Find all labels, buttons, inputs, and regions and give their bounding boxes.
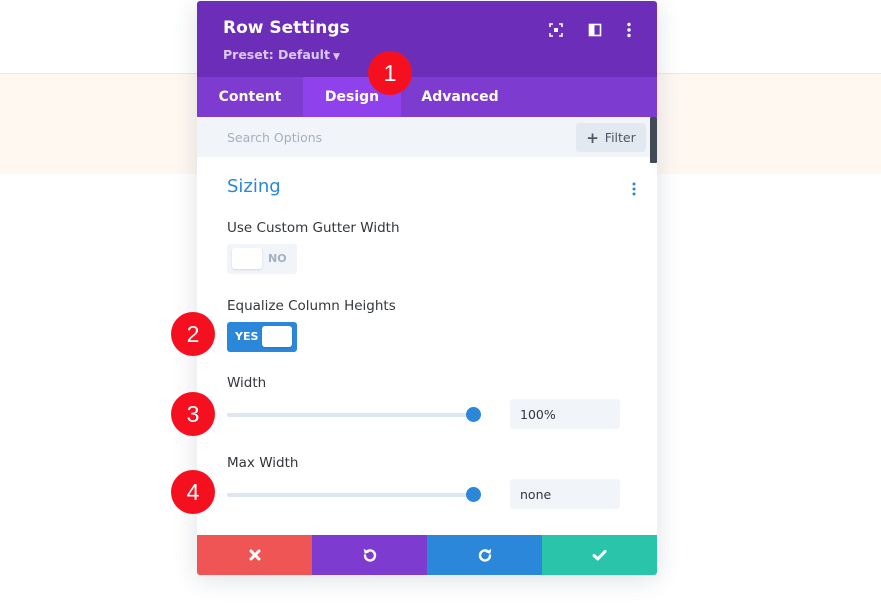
tab-advanced[interactable]: Advanced [401,77,519,117]
split-view-icon[interactable] [586,21,604,39]
toggle-knob [232,248,262,269]
filter-button[interactable]: + Filter [576,123,646,152]
plus-icon: + [586,128,599,147]
gutter-width-label: Use Custom Gutter Width [227,220,400,236]
fullscreen-icon[interactable] [547,21,565,39]
slider-thumb[interactable] [466,487,481,502]
preset-selector[interactable]: Preset: Default ▼ [223,47,340,62]
step-badge-3: 3 [171,392,215,436]
caret-down-icon: ▼ [332,52,340,62]
filter-label: Filter [604,130,636,145]
modal-title: Row Settings [223,18,350,38]
save-button[interactable] [542,535,657,575]
section-title[interactable]: Sizing [227,176,281,197]
settings-tabs: Content Design Advanced [197,77,657,117]
modal-header: Row Settings Preset: Default ▼ [197,1,657,77]
step-badge-2: 2 [171,312,215,356]
modal-footer [197,535,657,575]
kebab-menu-icon[interactable] [620,21,638,39]
section-kebab-icon[interactable] [629,181,639,197]
search-input[interactable] [215,123,535,151]
undo-icon [363,548,376,562]
redo-button[interactable] [427,535,542,575]
cancel-button[interactable] [197,535,312,575]
row-settings-modal: Row Settings Preset: Default ▼ Content D… [197,1,657,575]
max-width-value-input[interactable] [510,479,620,509]
slider-fill [227,493,473,497]
preset-label: Preset: Default [223,47,330,62]
max-width-label: Max Width [227,455,299,471]
checkmark-icon [592,550,607,561]
slider-thumb[interactable] [466,407,481,422]
search-bar: + Filter [197,117,657,157]
toggle-state-text: NO [268,252,287,265]
toggle-knob [262,326,292,347]
redo-icon [478,548,491,562]
tab-content[interactable]: Content [197,77,303,117]
close-icon [249,549,260,561]
undo-button[interactable] [312,535,427,575]
step-badge-1: 1 [368,51,412,95]
gutter-width-toggle[interactable]: NO [227,244,297,274]
equalize-heights-toggle[interactable]: YES [227,322,297,352]
width-value-input[interactable] [510,399,620,429]
width-slider[interactable] [227,407,481,423]
scrollbar[interactable] [650,117,657,163]
equalize-heights-label: Equalize Column Heights [227,298,396,314]
slider-fill [227,413,473,417]
toggle-state-text: YES [235,330,259,343]
max-width-slider[interactable] [227,487,481,503]
width-label: Width [227,375,267,391]
step-badge-4: 4 [171,470,215,514]
